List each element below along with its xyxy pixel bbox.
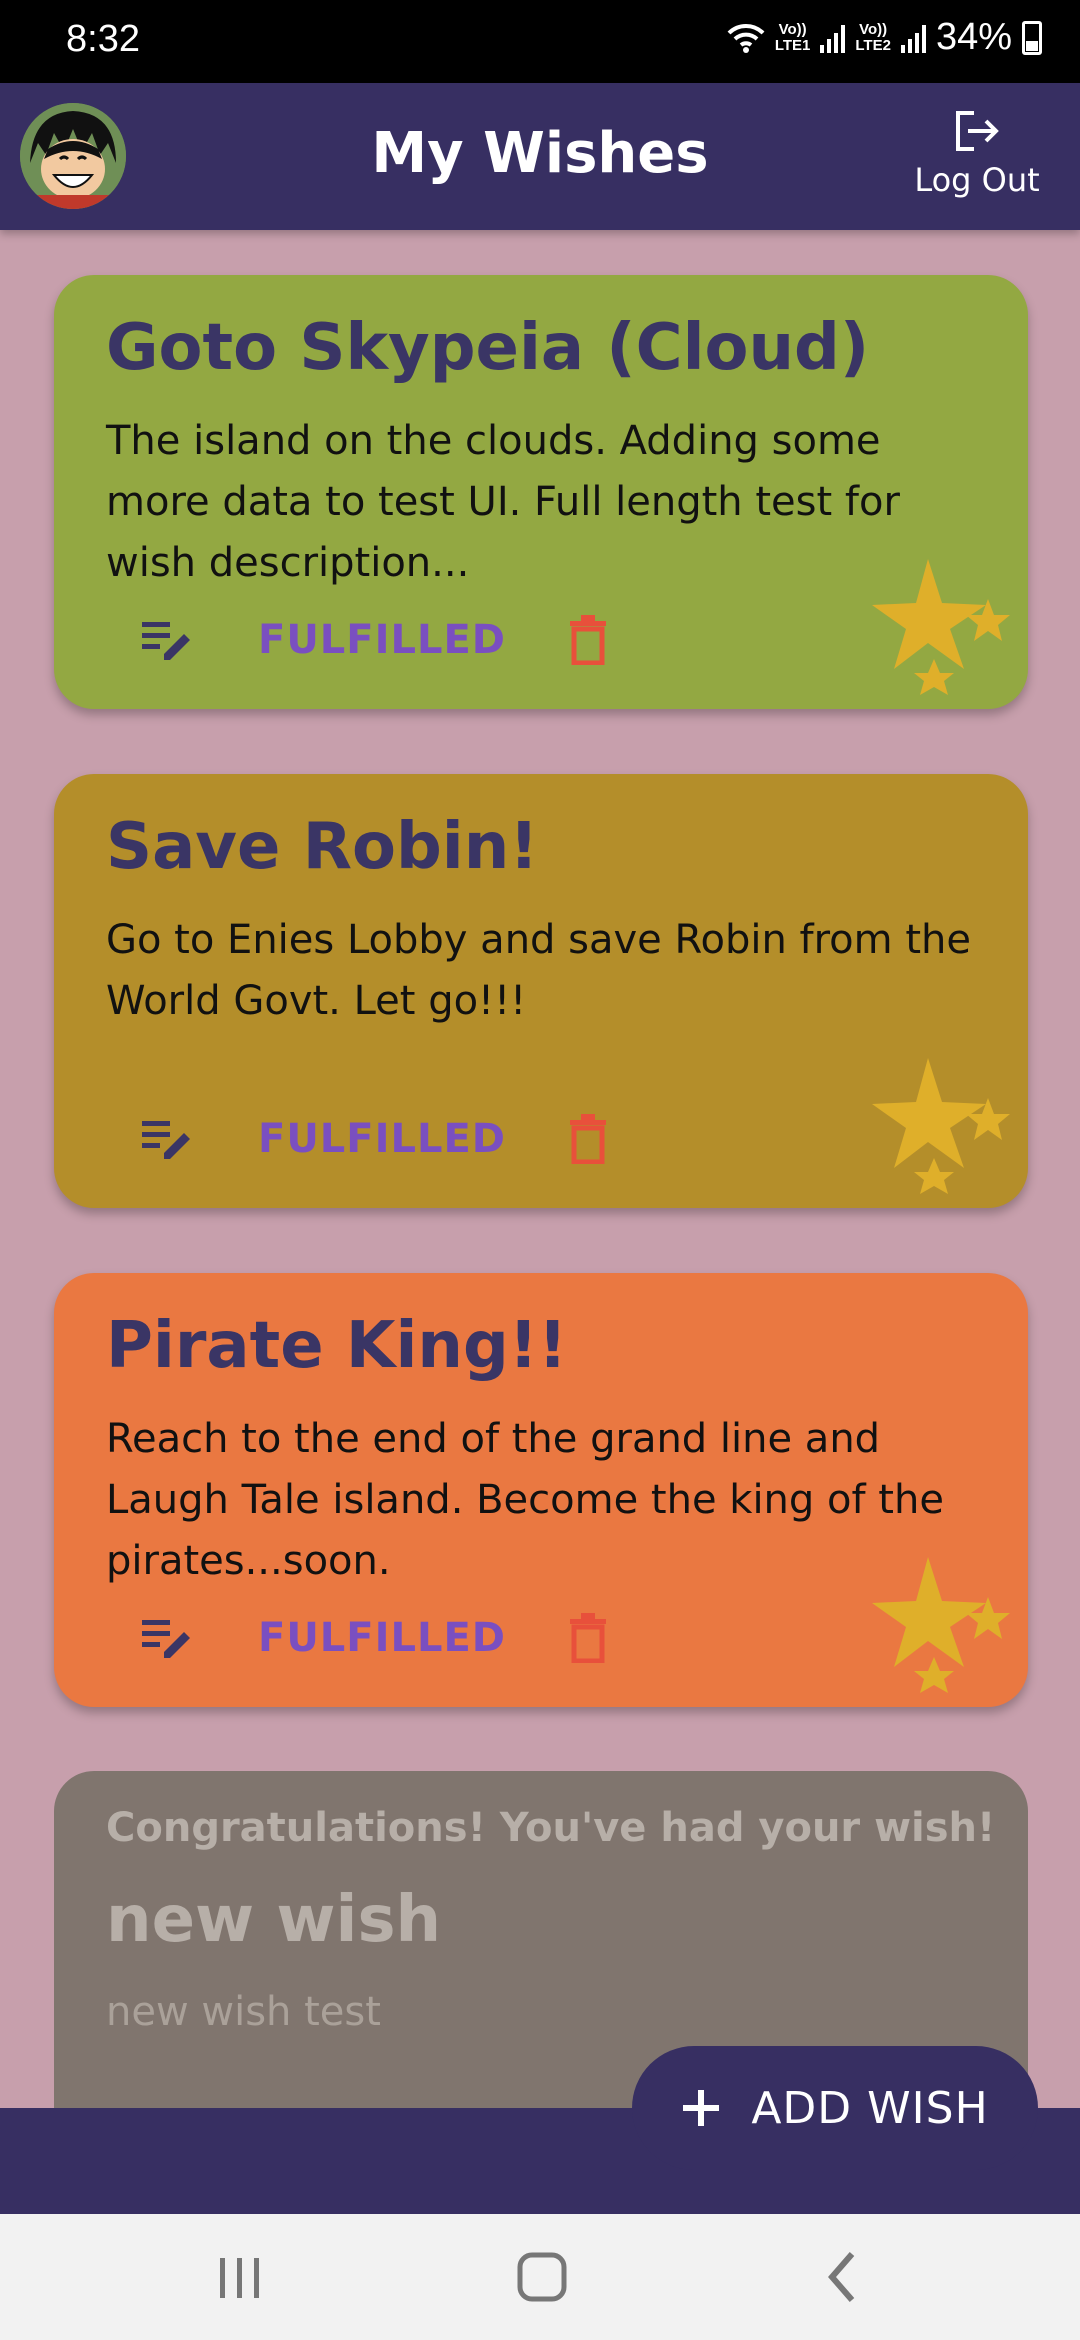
- wish-title: new wish: [106, 1883, 442, 1957]
- delete-icon[interactable]: [568, 1114, 608, 1164]
- wish-title: Pirate King!!: [106, 1309, 568, 1383]
- app-bar: My Wishes Log Out: [0, 83, 1080, 230]
- logout-button[interactable]: Log Out: [912, 109, 1042, 199]
- add-wish-button[interactable]: ADD WISH: [632, 2046, 1038, 2170]
- battery-percent: 34%: [935, 16, 1012, 58]
- congrats-message: Congratulations! You've had your wish!: [106, 1805, 996, 1851]
- wish-description: Go to Enies Lobby and save Robin from th…: [106, 917, 971, 1024]
- status-bar: 8:32 Vo)) LTE1 Vo)) LTE2 34%: [0, 0, 1080, 83]
- wish-card[interactable]: Save Robin! Go to Enies Lobby and save R…: [54, 774, 1028, 1208]
- plus-icon: [683, 2090, 720, 2126]
- wish-card[interactable]: Goto Skypeia (Cloud) The island on the c…: [54, 275, 1028, 709]
- back-icon[interactable]: [804, 2244, 884, 2310]
- wish-card[interactable]: Pirate King!! Reach to the end of the gr…: [54, 1273, 1028, 1707]
- fulfilled-button[interactable]: FULFILLED: [258, 617, 506, 663]
- stars-decoration-icon: [872, 559, 1010, 695]
- signal-icon: [820, 23, 846, 53]
- lte1-label: Vo)) LTE1: [774, 20, 811, 54]
- wish-description: new wish test: [106, 1989, 381, 2035]
- edit-icon[interactable]: [142, 616, 198, 664]
- edit-icon[interactable]: [142, 1115, 198, 1163]
- wish-title: Goto Skypeia (Cloud): [106, 311, 870, 385]
- status-time: 8:32: [66, 18, 140, 60]
- delete-icon[interactable]: [568, 615, 608, 665]
- logout-icon: [956, 111, 999, 151]
- system-nav-bar: [0, 2214, 1080, 2340]
- home-icon[interactable]: [502, 2244, 582, 2310]
- stars-decoration-icon: [872, 1557, 1010, 1693]
- delete-icon[interactable]: [568, 1613, 608, 1663]
- status-icons: Vo)) LTE1 Vo)) LTE2 34%: [727, 16, 1042, 59]
- wish-actions: FULFILLED: [142, 1114, 608, 1164]
- logout-label: Log Out: [914, 161, 1040, 199]
- signal-icon: [900, 23, 926, 53]
- fulfilled-button[interactable]: FULFILLED: [258, 1615, 506, 1661]
- stars-decoration-icon: [872, 1058, 1010, 1194]
- wish-actions: FULFILLED: [142, 615, 608, 665]
- wish-actions: FULFILLED: [142, 1613, 608, 1663]
- battery-icon: [1022, 20, 1042, 55]
- wifi-icon: [727, 23, 765, 53]
- lte2-label: Vo)) LTE2: [855, 20, 891, 54]
- recent-apps-icon[interactable]: [200, 2244, 280, 2310]
- wish-title: Save Robin!: [106, 810, 539, 884]
- add-wish-label: ADD WISH: [751, 2082, 989, 2134]
- edit-icon[interactable]: [142, 1614, 198, 1662]
- fulfilled-button[interactable]: FULFILLED: [258, 1116, 506, 1162]
